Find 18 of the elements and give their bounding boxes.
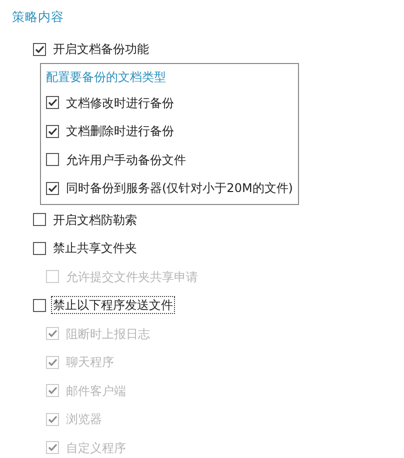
- checkbox[interactable]: [33, 298, 46, 312]
- checkbox[interactable]: [46, 96, 59, 109]
- checkbox[interactable]: [33, 242, 46, 254]
- checkbox-label[interactable]: 文档删除时进行备份: [64, 122, 176, 140]
- checkbox-label[interactable]: 禁止以下程序发送文件: [51, 296, 175, 314]
- checkbox-label[interactable]: 文档修改时进行备份: [64, 94, 176, 112]
- checkbox-label[interactable]: 开启文档防勒索: [51, 210, 139, 228]
- checkbox-label[interactable]: 禁止共享文件夹: [51, 239, 139, 257]
- checkbox[interactable]: [46, 182, 59, 194]
- section-title: 策略内容: [12, 8, 64, 26]
- checkbox[interactable]: [46, 153, 59, 166]
- checkbox[interactable]: [33, 213, 46, 226]
- checkbox-label[interactable]: 开启文档备份功能: [51, 40, 151, 58]
- checkbox[interactable]: [46, 124, 59, 138]
- group-title: 配置要备份的文档类型: [46, 69, 166, 86]
- checkbox-label[interactable]: 同时备份到服务器(仅针对小于20M的文件): [64, 179, 295, 197]
- checkbox-label[interactable]: 允许用户手动备份文件: [64, 150, 188, 168]
- checkbox[interactable]: [33, 42, 46, 56]
